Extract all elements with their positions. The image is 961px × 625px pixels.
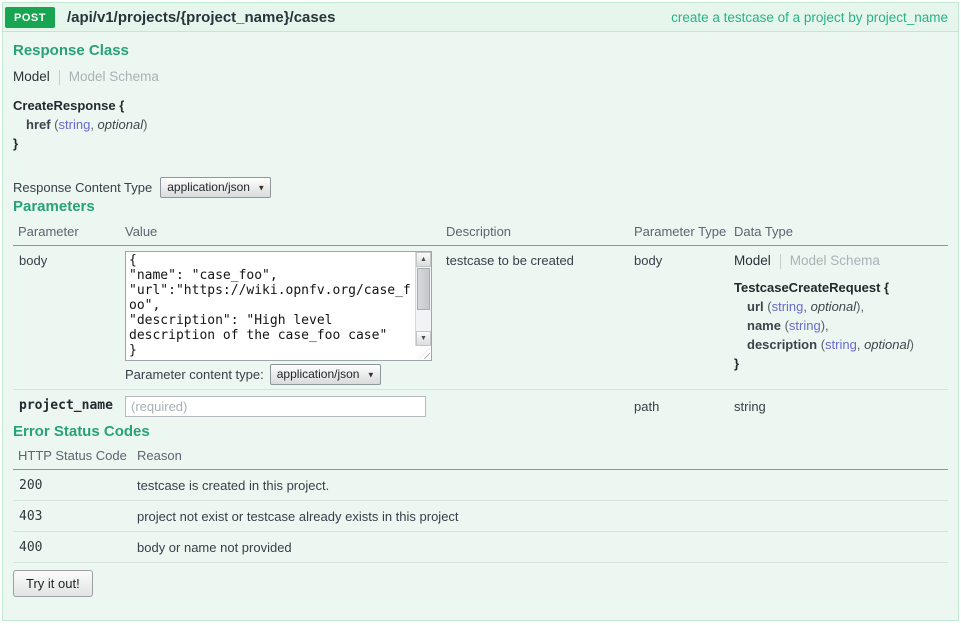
response-model-tabs: Model Model Schema — [13, 69, 948, 85]
field-close-paren: ) — [143, 117, 147, 132]
field-optional-flag: optional — [864, 337, 910, 352]
parameter-type-body: body — [634, 251, 734, 268]
field-type: string — [772, 299, 804, 314]
parameter-value-cell — [125, 396, 446, 417]
parameter-row-project-name: project_name path string — [13, 390, 948, 423]
status-code: 200 — [13, 470, 137, 500]
column-description: Description — [446, 224, 634, 239]
field-separator: , — [90, 117, 97, 132]
parameter-value-cell: { "name": "case_foo", "url":"https://wik… — [125, 251, 446, 385]
response-class-title: Response Class — [13, 42, 948, 60]
operation-content: Response Class Model Model Schema Create… — [2, 32, 959, 621]
column-http-status-code: HTTP Status Code — [13, 448, 137, 463]
column-reason: Reason — [137, 448, 948, 463]
parameter-data-type-body: Model Model Schema TestcaseCreateRequest… — [734, 251, 948, 373]
project-name-input[interactable] — [125, 396, 426, 417]
tab-model-schema[interactable]: Model Schema — [790, 253, 880, 269]
swagger-post-operation: POST /api/v1/projects/{project_name}/cas… — [2, 2, 959, 621]
body-textarea-wrap: { "name": "case_foo", "url":"https://wik… — [125, 251, 432, 361]
status-reason: body or name not provided — [137, 532, 948, 562]
scrollbar-thumb[interactable] — [417, 268, 430, 310]
parameter-content-type-label: Parameter content type: — [125, 367, 264, 382]
signature-field-description: description (string, optional) — [734, 335, 948, 354]
signature-closing-brace: } — [13, 134, 948, 153]
field-optional-flag: optional — [98, 117, 144, 132]
field-type: string — [825, 337, 857, 352]
body-parameter-textarea[interactable]: { "name": "case_foo", "url":"https://wik… — [125, 251, 432, 361]
error-row-403: 403 project not exist or testcase alread… — [13, 501, 948, 532]
parameter-data-type-project-name: string — [734, 396, 948, 414]
response-content-type-row: Response Content Type application/json ▼ — [13, 177, 948, 198]
parameter-name-body: body — [13, 251, 125, 268]
parameter-content-type-select-wrap: application/json ▼ — [270, 364, 381, 385]
tab-divider — [780, 254, 781, 269]
field-close-paren: ) — [910, 337, 914, 352]
http-method-badge: POST — [5, 7, 55, 28]
response-model-signature: CreateResponse { href (string, optional)… — [13, 96, 948, 153]
field-separator: , — [803, 299, 810, 314]
endpoint-path-link[interactable]: /api/v1/projects/{project_name}/cases — [67, 9, 335, 26]
field-type: string — [789, 318, 821, 333]
signature-declaration: TestcaseCreateRequest { — [734, 278, 948, 297]
field-close-paren: ), — [821, 318, 829, 333]
signature-closing-brace: } — [734, 354, 948, 373]
status-reason: project not exist or testcase already ex… — [137, 501, 948, 531]
tab-model[interactable]: Model — [13, 69, 50, 85]
response-content-type-select-wrap: application/json ▼ — [160, 177, 271, 198]
operation-heading: POST /api/v1/projects/{project_name}/cas… — [2, 2, 959, 32]
error-table-header: HTTP Status Code Reason — [13, 443, 948, 470]
field-name: url — [747, 299, 764, 314]
parameter-content-type-row: Parameter content type: application/json… — [125, 364, 446, 385]
field-optional-flag: optional — [811, 299, 857, 314]
operation-summary-link[interactable]: create a testcase of a project by projec… — [671, 10, 948, 25]
textarea-scrollbar[interactable]: ▲ ▼ — [415, 252, 431, 346]
error-row-200: 200 testcase is created in this project. — [13, 470, 948, 501]
status-code: 400 — [13, 532, 137, 562]
status-reason: testcase is created in this project. — [137, 470, 948, 500]
request-model-signature: TestcaseCreateRequest { url (string, opt… — [734, 278, 948, 373]
parameter-type-project-name: path — [634, 396, 734, 414]
column-parameter-type: Parameter Type — [634, 224, 734, 239]
signature-field-url: url (string, optional), — [734, 297, 948, 316]
error-row-400: 400 body or name not provided — [13, 532, 948, 563]
response-content-type-select[interactable]: application/json — [160, 177, 271, 198]
parameters-title: Parameters — [13, 198, 948, 216]
field-open-paren: ( — [51, 117, 59, 132]
field-name: name — [747, 318, 781, 333]
signature-declaration: CreateResponse { — [13, 96, 948, 115]
scroll-down-icon[interactable]: ▼ — [416, 331, 431, 346]
parameter-description-body: testcase to be created — [446, 251, 634, 268]
tab-divider — [59, 70, 60, 85]
field-name: href — [26, 117, 51, 132]
field-name: description — [747, 337, 817, 352]
column-parameter: Parameter — [13, 224, 125, 239]
column-value: Value — [125, 224, 446, 239]
request-model-tabs: Model Model Schema — [734, 253, 948, 269]
column-data-type: Data Type — [734, 224, 948, 239]
field-open-paren: ( — [817, 337, 825, 352]
parameter-name-project-name: project_name — [13, 396, 125, 413]
field-open-paren: ( — [764, 299, 772, 314]
try-it-out-button[interactable]: Try it out! — [13, 570, 93, 597]
status-code: 403 — [13, 501, 137, 531]
field-open-paren: ( — [781, 318, 789, 333]
error-codes-title: Error Status Codes — [13, 423, 948, 441]
field-type: string — [59, 117, 91, 132]
field-separator: , — [857, 337, 864, 352]
tab-model[interactable]: Model — [734, 253, 771, 269]
parameter-row-body: body { "name": "case_foo", "url":"https:… — [13, 246, 948, 390]
parameters-table-header: Parameter Value Description Parameter Ty… — [13, 220, 948, 246]
field-close-paren: ), — [856, 299, 864, 314]
scroll-up-icon[interactable]: ▲ — [416, 252, 431, 267]
tab-model-schema[interactable]: Model Schema — [69, 69, 159, 85]
parameter-content-type-select[interactable]: application/json — [270, 364, 381, 385]
signature-field-href: href (string, optional) — [13, 115, 948, 134]
signature-field-name: name (string), — [734, 316, 948, 335]
response-content-type-label: Response Content Type — [13, 180, 152, 195]
